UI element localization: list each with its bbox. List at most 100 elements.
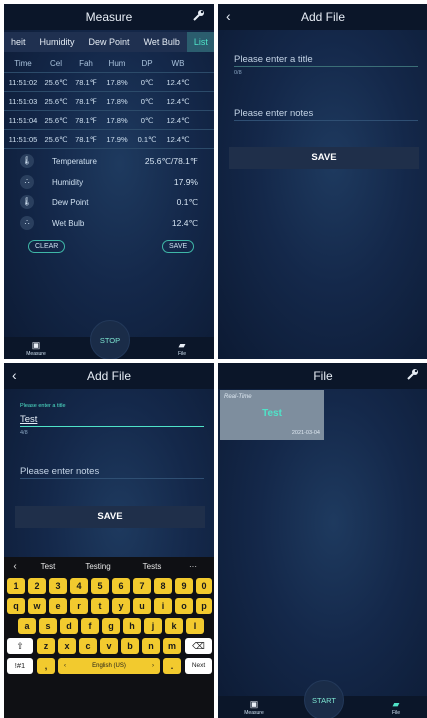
tab-fahrenheit[interactable]: heit (4, 32, 33, 52)
col-header: Time (14, 58, 32, 68)
key-0[interactable]: 0 (196, 578, 212, 594)
shift-icon[interactable]: ⇧ (7, 638, 33, 654)
tab-humidity[interactable]: Humidity (32, 32, 82, 52)
wrench-icon[interactable] (192, 8, 206, 22)
key-c[interactable]: c (79, 638, 97, 654)
space-label: English (US) (92, 663, 126, 669)
suggestion-bar: ‹ Test Testing Tests ··· (4, 557, 214, 575)
notes-input[interactable]: Please enter notes (20, 466, 99, 477)
add-file-top-bar: ‹ Add File (4, 363, 214, 389)
start-button[interactable]: START (304, 680, 344, 718)
floating-label: Please enter a title (20, 403, 66, 409)
table-cell: 25.6℃ (44, 96, 68, 106)
chevron-left-icon[interactable]: ‹ (4, 561, 26, 572)
key-e[interactable]: e (49, 598, 67, 614)
key-w[interactable]: w (28, 598, 46, 614)
nav-measure[interactable]: ▣ Measure (234, 699, 274, 716)
key-2[interactable]: 2 (28, 578, 46, 594)
symbols-key[interactable]: !#1 (7, 658, 33, 674)
table-cell: 12.4℃ (166, 77, 190, 87)
suggestion[interactable]: Tests (126, 562, 178, 571)
key-q[interactable]: q (7, 598, 25, 614)
key-8[interactable]: 8 (154, 578, 172, 594)
page-title: Add File (86, 369, 132, 383)
key-1[interactable]: 1 (7, 578, 25, 594)
sensor-value: 17.9% (173, 177, 198, 187)
tab-wet-bulb[interactable]: Wet Bulb (136, 32, 187, 52)
save-button[interactable]: SAVE (162, 240, 195, 253)
table-cell: 12.4℃ (166, 134, 190, 144)
notes-input[interactable]: Please enter notes (234, 108, 313, 119)
key-7[interactable]: 7 (133, 578, 151, 594)
nav-file[interactable]: ▰ File (162, 340, 202, 357)
suggestion[interactable]: Testing (70, 562, 126, 571)
clear-button[interactable]: CLEAR (28, 240, 66, 253)
table-cell: 78.1℉ (75, 77, 97, 87)
next-key[interactable]: Next (185, 658, 212, 674)
key-v[interactable]: v (100, 638, 118, 654)
more-icon[interactable]: ··· (178, 562, 208, 571)
key-4[interactable]: 4 (70, 578, 88, 594)
table-cell: 0℃ (140, 115, 154, 125)
title-input[interactable]: Test (20, 414, 37, 425)
key-y[interactable]: y (112, 598, 130, 614)
table-cell: 0℃ (140, 96, 154, 106)
key-f[interactable]: f (81, 618, 99, 634)
key-comma[interactable]: , (37, 658, 55, 674)
key-5[interactable]: 5 (91, 578, 109, 594)
title-underline (20, 426, 204, 427)
stop-button[interactable]: STOP (90, 320, 130, 359)
key-g[interactable]: g (102, 618, 120, 634)
save-button[interactable]: SAVE (15, 506, 205, 528)
file-card[interactable]: Real-Time Test 2021-03-04 (220, 390, 324, 440)
sensor-label: Wet Bulb (52, 218, 85, 228)
table-cell: 25.6℃ (44, 115, 68, 125)
key-s[interactable]: s (39, 618, 57, 634)
table-cell: 11:51:02 (8, 77, 38, 87)
table-cell: 78.1℉ (75, 96, 97, 106)
title-input[interactable]: Please enter a title (234, 54, 313, 65)
key-6[interactable]: 6 (112, 578, 130, 594)
key-u[interactable]: u (133, 598, 151, 614)
key-o[interactable]: o (175, 598, 193, 614)
nav-file[interactable]: ▰ File (376, 699, 416, 716)
key-j[interactable]: j (144, 618, 162, 634)
key-9[interactable]: 9 (175, 578, 193, 594)
backspace-icon[interactable]: ⌫ (185, 638, 212, 654)
back-icon[interactable]: ‹ (226, 8, 231, 24)
key-r[interactable]: r (70, 598, 88, 614)
key-z[interactable]: z (37, 638, 55, 654)
key-i[interactable]: i (154, 598, 172, 614)
key-p[interactable]: p (196, 598, 212, 614)
tab-dew-point[interactable]: Dew Point (81, 32, 137, 52)
sensor-dew-point: 🌡 Dew Point 0.1℃ (16, 193, 206, 211)
key-d[interactable]: d (60, 618, 78, 634)
key-b[interactable]: b (121, 638, 139, 654)
key-m[interactable]: m (163, 638, 181, 654)
table-cell: 25.6℃ (44, 134, 68, 144)
droplets-icon: ∴ (20, 175, 34, 189)
key-x[interactable]: x (58, 638, 76, 654)
key-3[interactable]: 3 (49, 578, 67, 594)
key-l[interactable]: l (186, 618, 204, 634)
key-a[interactable]: a (18, 618, 36, 634)
sensor-label: Temperature (52, 156, 97, 166)
soft-keyboard: ‹ Test Testing Tests ··· 1 2 3 4 5 6 7 8… (4, 557, 214, 718)
table-cell: 17.8% (106, 96, 128, 106)
col-header: Fah (79, 58, 93, 68)
sensor-value: 12.4℃ (171, 217, 198, 228)
key-h[interactable]: h (123, 618, 141, 634)
key-period[interactable]: . (163, 658, 181, 674)
key-n[interactable]: n (142, 638, 160, 654)
suggestion[interactable]: Test (26, 562, 70, 571)
wrench-icon[interactable] (406, 367, 420, 381)
nav-measure[interactable]: ▣ Measure (16, 340, 56, 357)
back-icon[interactable]: ‹ (12, 367, 17, 383)
save-button[interactable]: SAVE (229, 147, 419, 169)
tab-list[interactable]: List (186, 32, 214, 52)
col-header: WB (171, 58, 185, 68)
space-bar[interactable]: ‹ English (US) › (58, 658, 160, 674)
key-t[interactable]: t (91, 598, 109, 614)
sensor-label: Humidity (52, 177, 84, 187)
key-k[interactable]: k (165, 618, 183, 634)
